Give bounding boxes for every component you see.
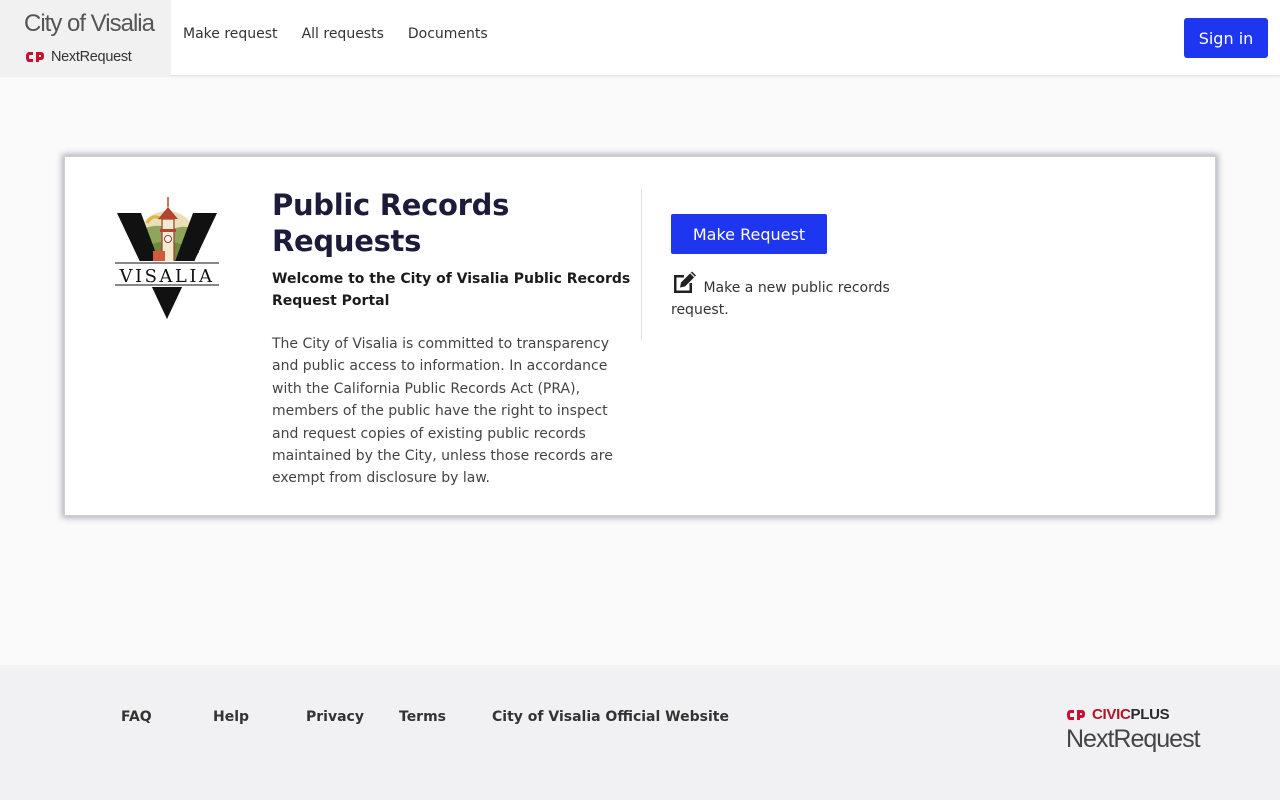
footer-link-faq[interactable]: FAQ <box>121 709 152 725</box>
sign-in-button[interactable]: Sign in <box>1184 18 1268 58</box>
nav-documents[interactable]: Documents <box>408 26 488 42</box>
brand-block[interactable]: City of Visalia NextRequest <box>0 0 171 76</box>
civicplus-brand[interactable]: CIVICPLUS NextRequest <box>1066 706 1226 766</box>
visalia-logo: VISALIA <box>113 197 221 319</box>
site-header: City of Visalia NextRequest Make request… <box>0 0 1280 76</box>
footer-link-official-website[interactable]: City of Visalia Official Website <box>492 709 729 725</box>
main-nav: Make request All requests Documents <box>183 26 488 42</box>
site-footer: FAQ Help Privacy Terms City of Visalia O… <box>0 665 1280 800</box>
make-request-description: Make a new public records request. <box>671 270 911 321</box>
make-request-button[interactable]: Make Request <box>671 214 827 254</box>
intro-section: Public Records Requests Welcome to the C… <box>272 187 632 490</box>
footer-product-name: NextRequest <box>1066 725 1201 753</box>
civicplus-name: CIVICPLUS <box>1092 706 1170 723</box>
product-brand: NextRequest <box>25 49 132 65</box>
civicplus-logo-icon <box>26 52 44 62</box>
nav-make-request[interactable]: Make request <box>183 26 278 42</box>
footer-link-help[interactable]: Help <box>213 709 249 725</box>
make-request-section: Make Request Make a new public records r… <box>671 214 911 321</box>
page-title: Public Records Requests <box>272 188 510 258</box>
nav-all-requests[interactable]: All requests <box>302 26 384 42</box>
description-text: The City of Visalia is committed to tran… <box>272 336 613 487</box>
product-name: NextRequest <box>51 49 132 65</box>
city-name: City of Visalia <box>24 10 155 37</box>
footer-link-privacy[interactable]: Privacy <box>306 709 364 725</box>
portal-card: VISALIA Public Records Requests Welcome … <box>64 156 1216 516</box>
civicplus-logo-icon <box>1067 709 1085 720</box>
edit-icon <box>674 271 696 293</box>
section-divider <box>641 189 642 341</box>
logo-text: VISALIA <box>118 266 214 287</box>
footer-link-terms[interactable]: Terms <box>399 709 446 725</box>
welcome-text: Welcome to the City of Visalia Public Re… <box>272 271 631 309</box>
make-request-desc-text: Make a new public records request. <box>671 280 890 318</box>
